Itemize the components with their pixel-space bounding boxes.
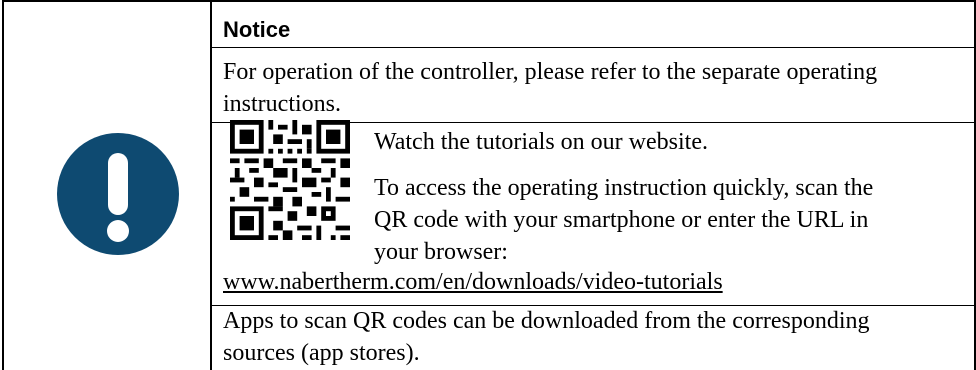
apps-line-1: Apps to scan QR codes can be downloaded …: [223, 308, 870, 334]
link-row: [210, 2, 974, 306]
notice-icon-cell: [2, 0, 212, 370]
apps-text: Apps to scan QR codes can be downloaded …: [223, 305, 870, 369]
notice-box: Notice For operation of the controller, …: [0, 0, 976, 370]
notice-content-cell: Notice For operation of the controller, …: [210, 0, 976, 370]
exclamation-icon: [57, 133, 179, 255]
apps-line-2: sources (app stores).: [223, 340, 420, 366]
